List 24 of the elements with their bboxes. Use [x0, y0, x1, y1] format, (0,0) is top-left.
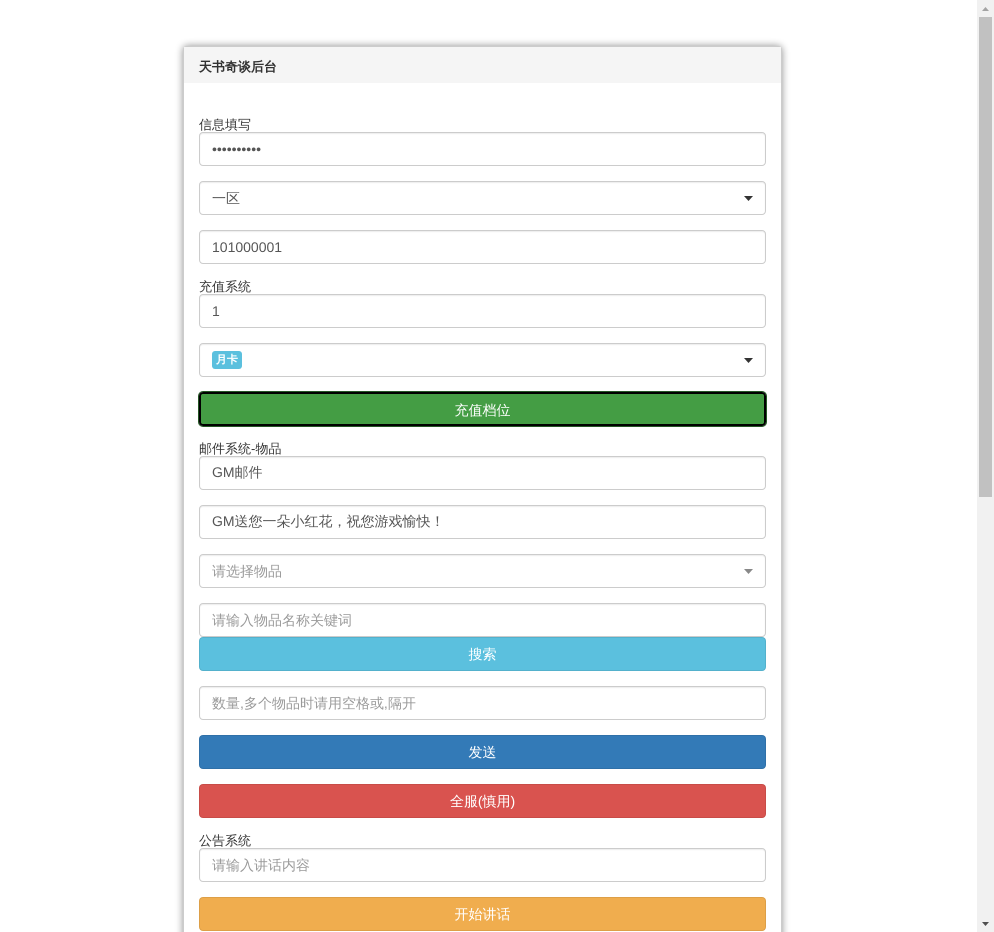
panel-title: 天书奇谈后台 — [184, 47, 781, 83]
caret-icon — [744, 358, 753, 362]
dropdown-field[interactable]: 一区 — [199, 181, 766, 215]
text-field[interactable]: •••••••••• — [199, 132, 766, 166]
section-label: 邮件系统-物品 — [199, 441, 282, 456]
text-field[interactable]: 请输入讲话内容 — [199, 848, 766, 882]
text-field[interactable]: GM送您一朵小红花，祝您游戏愉快！ — [199, 505, 766, 539]
dropdown-field[interactable]: 请选择物品 — [199, 554, 766, 588]
section-label: 充值系统 — [199, 279, 252, 294]
text-field[interactable]: 101000001 — [199, 230, 766, 264]
action-button[interactable]: 充值档位 — [199, 392, 766, 426]
action-button[interactable]: 发送 — [199, 735, 766, 769]
caret-icon — [744, 196, 753, 200]
action-button[interactable]: 全服(慎用) — [199, 784, 766, 818]
scrollbar[interactable] — [977, 0, 994, 932]
text-field[interactable]: 请输入物品名称关键词 — [199, 603, 766, 637]
caret-icon — [744, 568, 753, 574]
selected-tag: 月卡 — [212, 350, 242, 370]
section-label: 信息填写 — [199, 117, 252, 132]
text-field[interactable]: 1 — [199, 294, 766, 328]
text-field[interactable]: 数量,多个物品时请用空格或,隔开 — [199, 686, 766, 720]
scrollbar-thumb[interactable] — [979, 17, 992, 497]
text-field[interactable]: GM邮件 — [199, 456, 766, 490]
section-label: 公告系统 — [199, 833, 252, 848]
